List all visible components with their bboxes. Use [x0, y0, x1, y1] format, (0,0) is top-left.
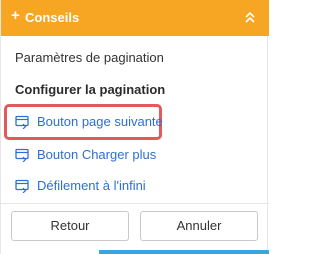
cancel-button[interactable]: Annuler — [140, 211, 258, 241]
chevron-double-up-icon[interactable] — [243, 9, 257, 25]
bottom-accent-bar — [99, 250, 269, 254]
tips-header[interactable]: + Conseils — [1, 0, 269, 36]
back-button[interactable]: Retour — [11, 211, 129, 241]
tips-panel: + Conseils Paramètres de pagination Conf… — [0, 0, 269, 254]
section-title: Configurer la pagination — [15, 82, 166, 97]
pagination-settings-link[interactable]: Paramètres de pagination — [15, 50, 164, 66]
option-label: Défilement à l'infini — [37, 178, 146, 193]
pagination-option-icon — [15, 115, 29, 130]
pagination-option-icon — [15, 148, 29, 163]
plus-icon: + — [11, 7, 20, 24]
option-label: Bouton page suivante — [37, 114, 163, 129]
tips-title: Conseils — [25, 10, 80, 25]
divider — [1, 203, 269, 204]
option-label: Bouton Charger plus — [37, 147, 157, 162]
bottom-strip — [1, 250, 269, 254]
pagination-option-icon — [15, 179, 29, 194]
